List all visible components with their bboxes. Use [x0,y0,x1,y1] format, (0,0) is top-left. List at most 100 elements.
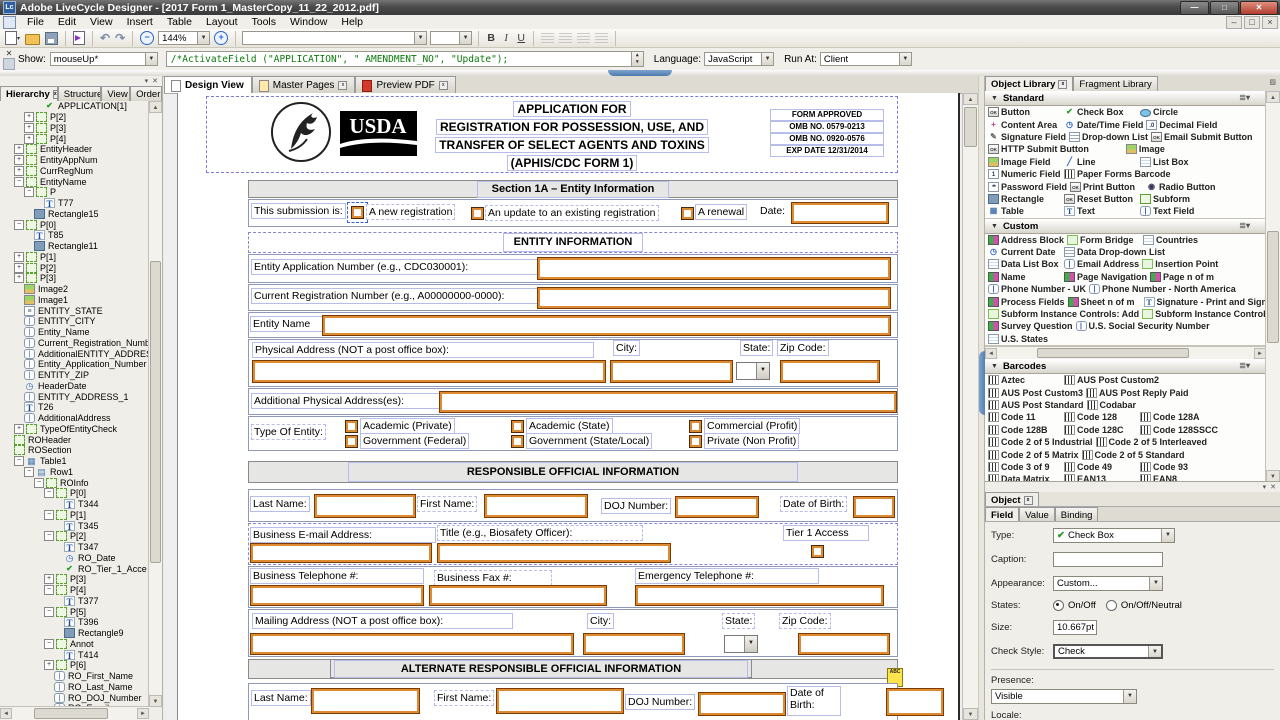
ro-email-title-row[interactable]: Business E-mail Address: Title (e.g., Bi… [248,523,898,565]
library-item-code-128a[interactable]: Code 128A [1137,412,1213,422]
tree-item-annot[interactable]: −Annot [0,639,149,650]
ro-doj-number-label[interactable]: DOJ Number: [601,498,671,514]
update-registration-checkbox[interactable] [471,207,484,220]
library-item-text-field[interactable]: |Text Field [1137,206,1213,216]
ro-tier1-label[interactable]: Tier 1 Access [783,525,869,541]
entity-app-number-field[interactable] [537,257,891,280]
city-field[interactable] [610,360,733,383]
library-item-data-list-box[interactable]: Data List Box [985,259,1061,269]
library-item-check-box[interactable]: ✔Check Box [1061,107,1137,117]
script-close-icon[interactable]: ✕ [4,49,14,58]
library-item-subform-instance-controls-add[interactable]: Subform Instance Controls: Add [985,309,1139,319]
library-item-paper-forms-barcode[interactable]: Paper Forms Barcode [1061,169,1171,179]
library-item-signature-field[interactable]: ✎Signature Field [985,132,1066,142]
ro-city-field[interactable] [583,633,685,655]
tree-item-entity-city[interactable]: |ENTITY_CITY [0,316,149,327]
library-item-rectangle[interactable]: Rectangle [985,194,1061,204]
additional-address-label[interactable]: Additional Physical Address(es): [251,393,441,409]
tree-item-entity-application-number[interactable]: |Entity_Application_Number [0,359,149,370]
collapse-triangle-icon[interactable]: ▼ [991,363,998,370]
library-item-process-fields[interactable]: Process Fields [985,297,1065,307]
tree-expander-icon[interactable]: − [44,531,54,541]
library-item-http-submit-button[interactable]: OKHTTP Submit Button [985,144,1089,154]
tree-expander-icon[interactable]: + [24,112,34,122]
tree-item-p-2[interactable]: −P[2] [0,531,149,542]
library-item-email-address[interactable]: |Email Address [1061,259,1139,269]
form-title-block[interactable]: APPLICATION FOR REGISTRATION FOR POSSESS… [397,100,747,172]
tree-expander-icon[interactable]: + [24,134,34,144]
library-item-email-submit-button[interactable]: OKEmail Submit Button [1148,132,1253,142]
tree-item-ro-first-name[interactable]: |RO_First_Name [0,671,149,682]
tree-item-p-3[interactable]: +P[3] [0,273,149,284]
library-item-code-2-of-5-standard[interactable]: Code 2 of 5 Standard [1079,450,1185,460]
vertical-splitter[interactable] [978,76,985,720]
section-header-custom[interactable]: ▼Custom≣▾ [985,219,1266,234]
appearance-combo[interactable]: Custom...▼ [1053,576,1163,591]
library-item-survey-question[interactable]: Survey Question [985,321,1073,331]
tab-object[interactable]: Object x [985,492,1039,506]
caption-input[interactable] [1053,552,1163,567]
tree-item-rectangle9[interactable]: Rectangle9 [0,628,149,639]
check-style-combo[interactable]: Check▼ [1053,644,1163,659]
library-item-address-block[interactable]: Address Block [985,235,1064,245]
tab-master-pages[interactable]: Master Pages x [252,76,356,93]
tree-item-application-1[interactable]: ✔APPLICATION[1] [0,101,149,112]
library-item-date-time-field[interactable]: ◷Date/Time Field [1061,120,1143,130]
zoom-out-button[interactable]: − [139,30,155,46]
tree-item-p-4[interactable]: −P[4] [0,585,149,596]
library-vertical-scrollbar[interactable]: ▲ ▼ [1265,91,1280,482]
ro-zip-field[interactable] [798,633,890,655]
subtab-value[interactable]: Value [1019,507,1055,521]
library-item-code-49[interactable]: Code 49 [1061,462,1137,472]
tree-expander-icon[interactable]: − [24,467,34,477]
tree-item-ro-last-name[interactable]: |RO_Last_Name [0,682,149,693]
tree-expander-icon[interactable]: + [14,424,24,434]
run-at-combo[interactable]: Client▼ [820,52,912,66]
ro-section-header[interactable]: RESPONSIBLE OFFICIAL INFORMATION [248,461,898,483]
tree-item-t414[interactable]: TT414 [0,649,149,660]
library-item-code-11[interactable]: Code 11 [985,412,1061,422]
library-item-content-area[interactable]: +Content Area [985,120,1061,130]
type-of-entity-label[interactable]: Type Of Entity: [251,424,326,440]
open-button[interactable] [24,30,41,46]
ro-phone-row[interactable]: Business Telephone #: Business Fax #: Em… [248,566,898,608]
aro-dob-label[interactable]: Date of Birth: [787,686,841,716]
palette-menu-icon[interactable]: ▾ [145,77,149,85]
hierarchy-horizontal-scrollbar[interactable]: ◄ ► [0,706,149,720]
tab-close-icon[interactable]: x [1058,80,1067,89]
library-item-aus-post-custom2[interactable]: AUS Post Custom2 [1061,375,1159,385]
menu-item-edit[interactable]: Edit [51,15,83,29]
tree-expander-icon[interactable]: − [14,456,24,466]
aro-name-row[interactable]: Last Name: First Name: DOJ Number: Date … [248,683,898,720]
state-label[interactable]: State: [740,340,773,356]
physical-address-label[interactable]: Physical Address (NOT a post office box)… [252,342,594,358]
tree-expander-icon[interactable]: + [14,252,24,262]
entity-name-row[interactable]: Entity Name [248,312,898,338]
entity-name-field[interactable] [322,315,891,336]
tree-item-rectangle11[interactable]: Rectangle11 [0,241,149,252]
physical-address-row[interactable]: Physical Address (NOT a post office box)… [248,339,898,387]
align-left-icon[interactable] [541,33,554,43]
aro-doj-number-label[interactable]: DOJ Number: [625,694,695,710]
tab-close-icon[interactable]: x [1024,496,1033,505]
close-button[interactable]: ✕ [1240,1,1278,15]
tree-item-ro-tier-1-acce[interactable]: ✔RO_Tier_1_Acce [0,563,149,574]
library-item-decimal-field[interactable]: .0Decimal Field [1143,120,1219,130]
library-item-page-navigation[interactable]: Page Navigation [1061,272,1147,282]
ro-fax-label[interactable]: Business Fax #: [434,570,552,586]
tree-expander-icon[interactable]: + [14,155,24,165]
tree-item-entityname[interactable]: −EntityName [0,176,149,187]
library-item-aus-post-reply-paid[interactable]: AUS Post Reply Paid [1083,388,1189,398]
library-item-aus-post-standard[interactable]: AUS Post Standard [985,400,1084,410]
new-form-button[interactable]: ▾ [4,30,21,46]
date-label[interactable]: Date: [757,203,788,219]
menu-item-view[interactable]: View [83,15,120,29]
tree-item-entity-address-1[interactable]: |ENTITY_ADDRESS_1 [0,391,149,402]
bold-button[interactable]: B [485,32,497,44]
tree-item-entityappnum[interactable]: +EntityAppNum [0,155,149,166]
government-state-local-label[interactable]: Government (State/Local) [526,433,652,449]
library-item-text[interactable]: TText [1061,206,1137,216]
italic-button[interactable]: I [500,33,512,44]
tree-item-p-6[interactable]: +P[6] [0,660,149,671]
tree-item-row1[interactable]: −▤Row1 [0,467,149,478]
